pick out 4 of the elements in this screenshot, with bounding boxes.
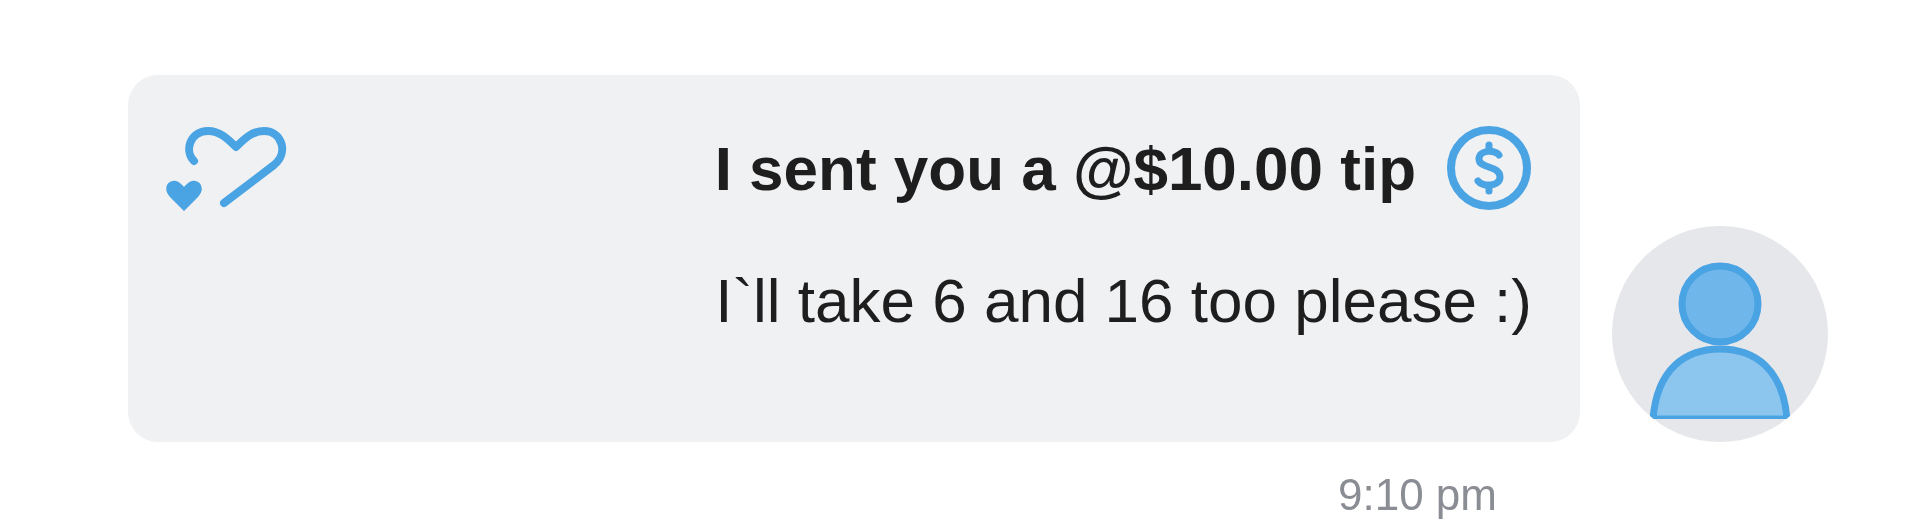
message-time: 9:10 pm	[1338, 470, 1497, 520]
tip-text: I sent you a @$10.00 tip	[714, 132, 1416, 204]
message-text: I`ll take 6 and 16 too please :)	[714, 265, 1532, 336]
dollar-coin-icon	[1446, 125, 1532, 211]
